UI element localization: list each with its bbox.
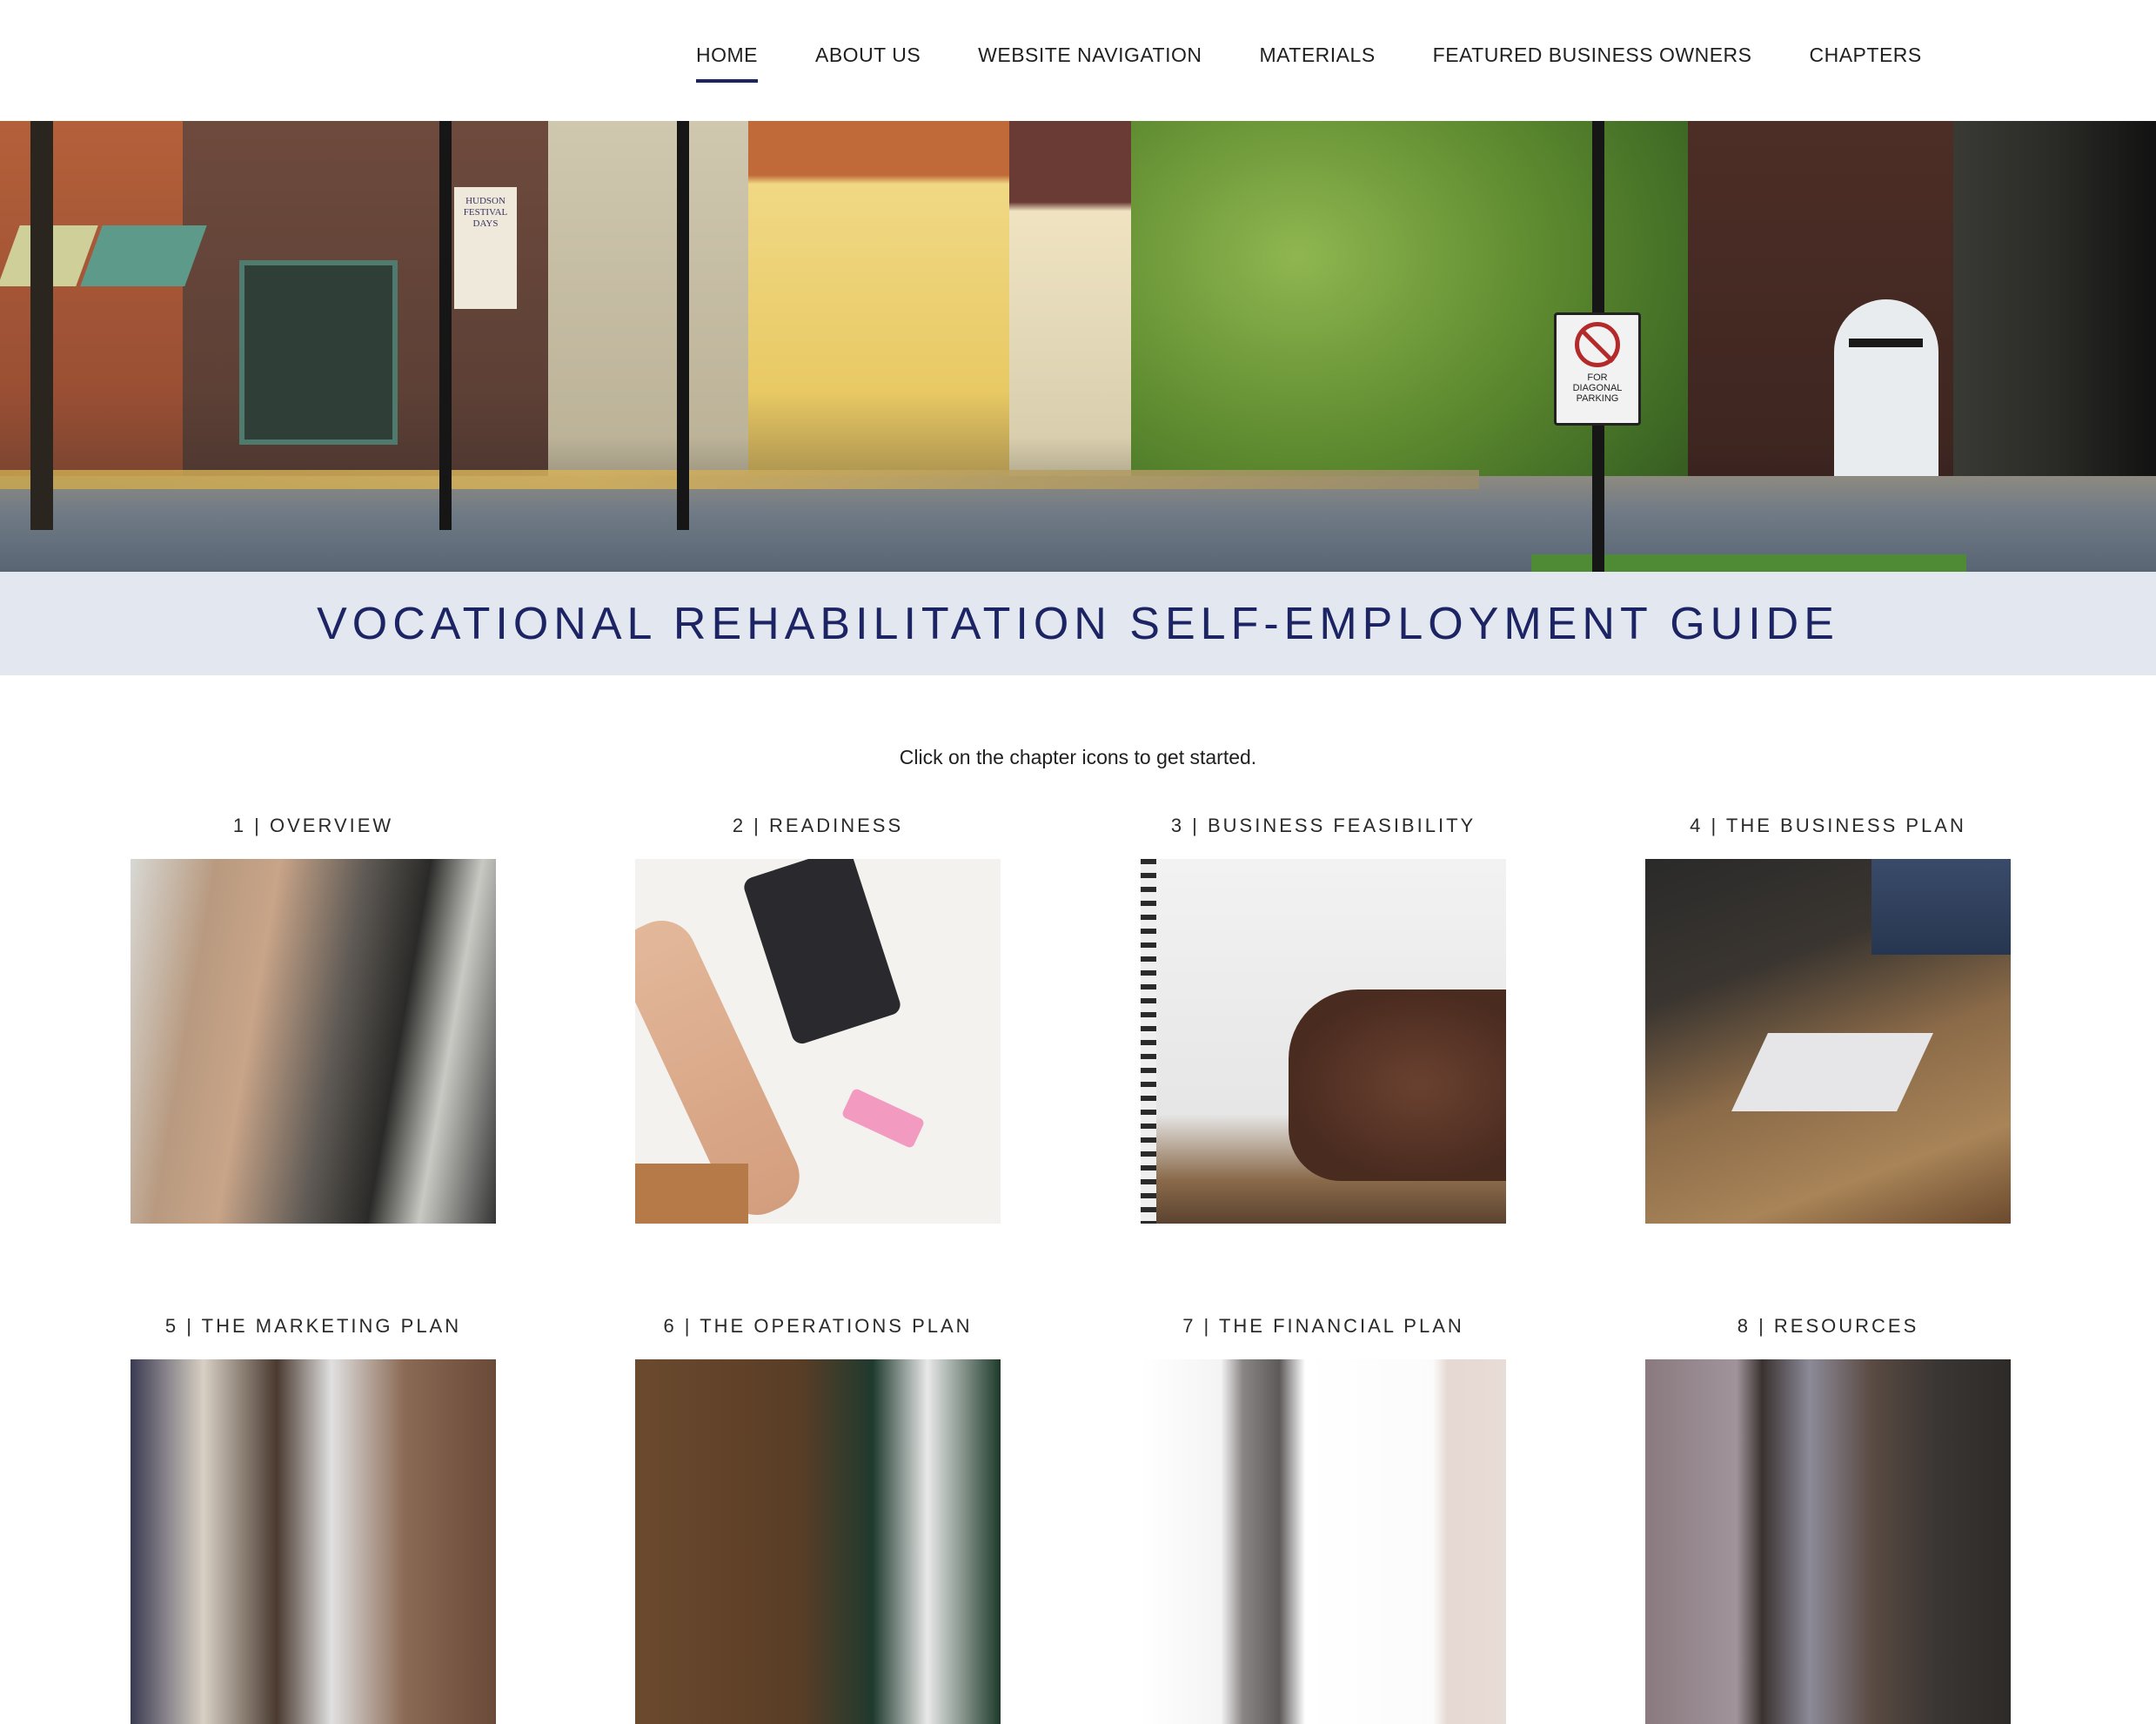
chapter-thumbnail[interactable] <box>635 1359 1001 1724</box>
banner-line: DAYS <box>472 218 499 229</box>
chapter-card-business-feasibility[interactable]: 3 | BUSINESS FEASIBILITY <box>1141 815 1506 1224</box>
notebook-spiral <box>1141 859 1156 1224</box>
chapter-card-readiness[interactable]: 2 | READINESS <box>635 815 1001 1224</box>
chapter-thumbnail[interactable] <box>131 859 496 1224</box>
lamp-pole <box>677 121 689 530</box>
chapter-label[interactable]: 3 | BUSINESS FEASIBILITY <box>1088 815 1558 846</box>
chapter-thumbnail[interactable] <box>1645 1359 2011 1724</box>
nav-item-materials[interactable]: MATERIALS <box>1260 44 1376 83</box>
chapter-card-operations-plan[interactable]: 6 | THE OPERATIONS PLAN <box>635 1315 1001 1724</box>
chapter-label[interactable]: 8 | RESOURCES <box>1593 1315 2063 1346</box>
sign-line: DIAGONAL PARKING <box>1572 383 1623 404</box>
chapter-thumbnail[interactable] <box>1645 859 2011 1224</box>
nav-item-about-us[interactable]: ABOUT US <box>815 44 921 83</box>
wood-table <box>635 1164 748 1224</box>
nav-item-home[interactable]: HOME <box>696 44 758 83</box>
nav-menu: HOME ABOUT US WEBSITE NAVIGATION MATERIA… <box>696 44 1979 83</box>
sunlit-curb <box>0 470 1479 489</box>
chapter-label[interactable]: 4 | THE BUSINESS PLAN <box>1593 815 2063 846</box>
highlighter-image <box>840 1087 926 1150</box>
awning-teal <box>80 225 207 286</box>
page-title: VOCATIONAL REHABILITATION SELF-EMPLOYMEN… <box>317 598 1839 649</box>
nav-item-website-navigation[interactable]: WEBSITE NAVIGATION <box>978 44 1202 83</box>
hero-banner-image: HUDSON FESTIVAL DAYS FOR DIAGONAL PARKIN… <box>0 121 2156 572</box>
chapter-thumbnail[interactable] <box>1141 859 1506 1224</box>
no-turn-icon <box>1575 322 1620 367</box>
storefront-window <box>239 260 398 445</box>
door-hinge <box>1849 339 1923 347</box>
chapter-label[interactable]: 6 | THE OPERATIONS PLAN <box>583 1315 1053 1346</box>
monitor-image <box>1871 859 2011 955</box>
chapter-card-business-plan[interactable]: 4 | THE BUSINESS PLAN <box>1645 815 2011 1224</box>
chapter-thumbnail[interactable] <box>1141 1359 1506 1724</box>
lamp-pole <box>439 121 452 530</box>
chapter-card-resources[interactable]: 8 | RESOURCES <box>1645 1315 2011 1724</box>
chapter-thumbnail[interactable] <box>635 859 1001 1224</box>
chapter-thumbnail[interactable] <box>131 1359 496 1724</box>
nav-item-featured-business-owners[interactable]: FEATURED BUSINESS OWNERS <box>1433 44 1752 83</box>
banner-line: FESTIVAL <box>463 207 508 218</box>
hand-image <box>1289 989 1506 1181</box>
top-navigation: HOME ABOUT US WEBSITE NAVIGATION MATERIA… <box>0 0 2156 121</box>
keyboard-image <box>1731 1033 1933 1111</box>
festival-banner: HUDSON FESTIVAL DAYS <box>454 187 517 309</box>
no-left-turn-sign: FOR DIAGONAL PARKING <box>1554 312 1641 426</box>
nav-item-chapters[interactable]: CHAPTERS <box>1810 44 1922 83</box>
chapter-label[interactable]: 7 | THE FINANCIAL PLAN <box>1088 1315 1558 1346</box>
chapter-card-overview[interactable]: 1 | OVERVIEW <box>131 815 496 1224</box>
banner-line: HUDSON <box>465 196 506 206</box>
chapter-label[interactable]: 2 | READINESS <box>583 815 1053 846</box>
sign-line: FOR <box>1587 372 1608 383</box>
intro-text: Click on the chapter icons to get starte… <box>899 746 1257 768</box>
chapter-card-financial-plan[interactable]: 7 | THE FINANCIAL PLAN <box>1141 1315 1506 1724</box>
title-band: VOCATIONAL REHABILITATION SELF-EMPLOYMEN… <box>0 572 2156 675</box>
chapter-label[interactable]: 5 | THE MARKETING PLAN <box>78 1315 548 1346</box>
phone-image <box>741 859 903 1047</box>
tree-trunk <box>30 121 53 530</box>
chapter-label[interactable]: 1 | OVERVIEW <box>78 815 548 846</box>
chapter-card-marketing-plan[interactable]: 5 | THE MARKETING PLAN <box>131 1315 496 1724</box>
